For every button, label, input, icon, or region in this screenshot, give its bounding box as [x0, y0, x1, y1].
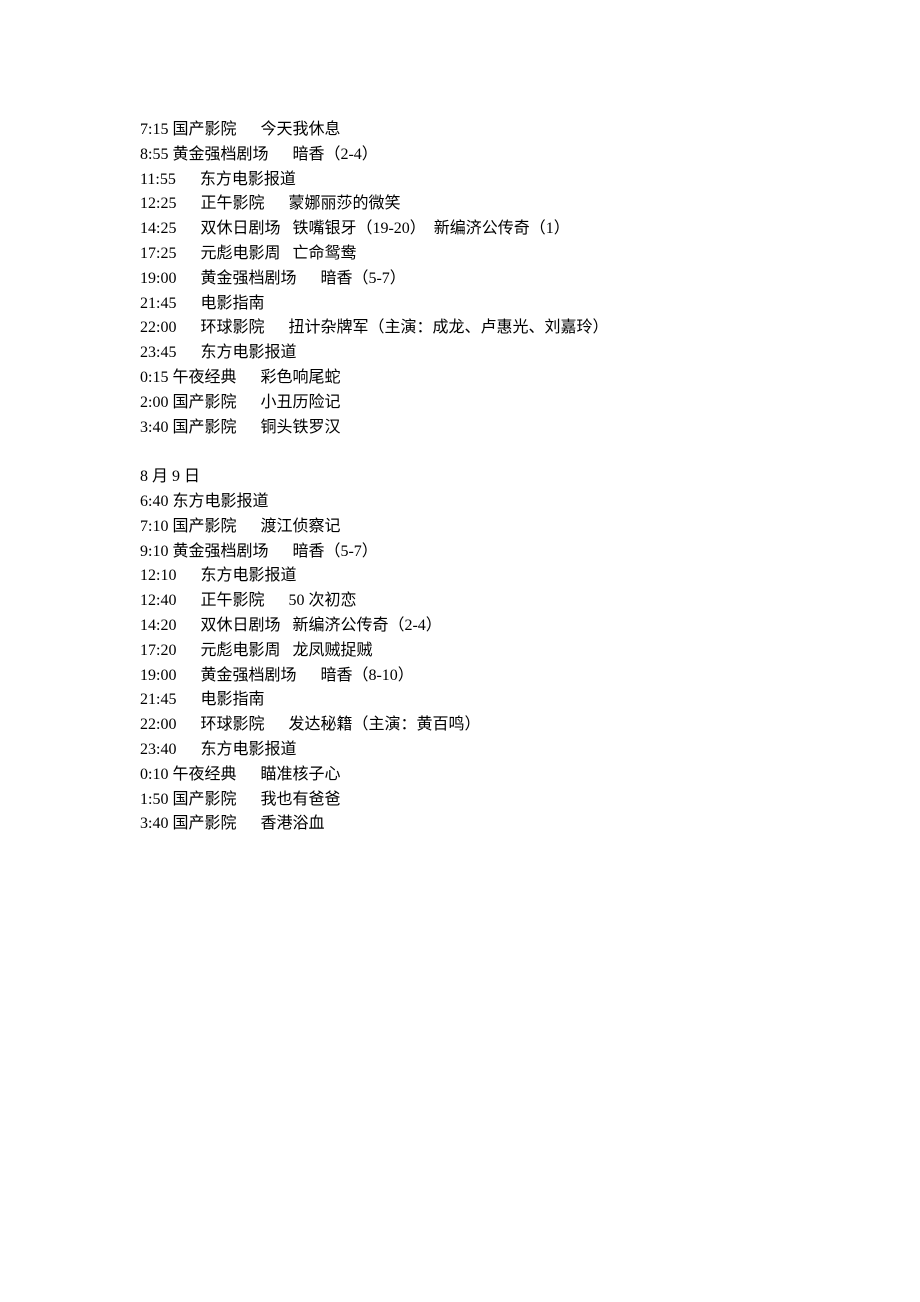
- page-content: 7:15 国产影院 今天我休息 8:55 黄金强档剧场 暗香（2-4） 11:5…: [0, 0, 920, 837]
- schedule-row: 23:45 东方电影报道: [140, 341, 780, 366]
- day2-block: 8 月 9 日 6:40 东方电影报道 7:10 国产影院 渡江侦察记 9:10…: [140, 465, 780, 837]
- schedule-row: 1:50 国产影院 我也有爸爸: [140, 788, 780, 813]
- schedule-row: 6:40 东方电影报道: [140, 490, 780, 515]
- schedule-row: 19:00 黄金强档剧场 暗香（5-7）: [140, 267, 780, 292]
- schedule-row: 17:20 元彪电影周 龙凤贼捉贼: [140, 639, 780, 664]
- date-header: 8 月 9 日: [140, 465, 780, 490]
- schedule-row: 0:10 午夜经典 瞄准核子心: [140, 763, 780, 788]
- schedule-row: 3:40 国产影院 铜头铁罗汉: [140, 416, 780, 441]
- blank-line: [140, 440, 780, 465]
- schedule-row: 0:15 午夜经典 彩色响尾蛇: [140, 366, 780, 391]
- schedule-row: 23:40 东方电影报道: [140, 738, 780, 763]
- schedule-row: 7:10 国产影院 渡江侦察记: [140, 515, 780, 540]
- schedule-row: 11:55 东方电影报道: [140, 168, 780, 193]
- schedule-row: 8:55 黄金强档剧场 暗香（2-4）: [140, 143, 780, 168]
- schedule-row: 12:40 正午影院 50 次初恋: [140, 589, 780, 614]
- schedule-row: 21:45 电影指南: [140, 688, 780, 713]
- schedule-row: 7:15 国产影院 今天我休息: [140, 118, 780, 143]
- schedule-row: 22:00 环球影院 发达秘籍（主演：黄百鸣）: [140, 713, 780, 738]
- day1-block: 7:15 国产影院 今天我休息 8:55 黄金强档剧场 暗香（2-4） 11:5…: [140, 118, 780, 440]
- schedule-row: 14:20 双休日剧场 新编济公传奇（2-4）: [140, 614, 780, 639]
- schedule-row: 21:45 电影指南: [140, 292, 780, 317]
- schedule-row: 22:00 环球影院 扭计杂牌军（主演：成龙、卢惠光、刘嘉玲）: [140, 316, 780, 341]
- schedule-row: 17:25 元彪电影周 亡命鸳鸯: [140, 242, 780, 267]
- schedule-row: 19:00 黄金强档剧场 暗香（8-10）: [140, 664, 780, 689]
- schedule-row: 12:10 东方电影报道: [140, 564, 780, 589]
- schedule-row: 14:25 双休日剧场 铁嘴银牙（19-20） 新编济公传奇（1）: [140, 217, 780, 242]
- schedule-row: 12:25 正午影院 蒙娜丽莎的微笑: [140, 192, 780, 217]
- schedule-row: 3:40 国产影院 香港浴血: [140, 812, 780, 837]
- schedule-row: 2:00 国产影院 小丑历险记: [140, 391, 780, 416]
- schedule-row: 9:10 黄金强档剧场 暗香（5-7）: [140, 540, 780, 565]
